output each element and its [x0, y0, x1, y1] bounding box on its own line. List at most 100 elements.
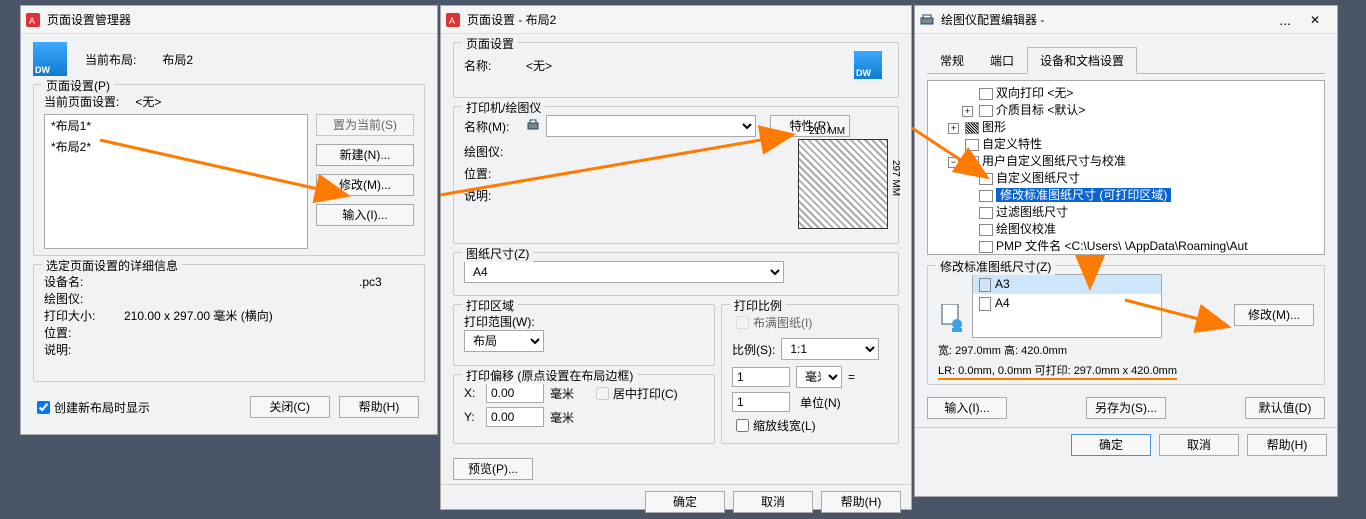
page-setup-list[interactable]: *布局1* *布局2*	[44, 114, 308, 249]
y-input[interactable]	[486, 407, 544, 427]
calibration-icon	[979, 224, 993, 236]
print-size-value: 210.00 x 297.00 毫米 (横向)	[124, 309, 273, 323]
cancel-button[interactable]: 取消	[733, 491, 813, 513]
tree-item[interactable]: 双向打印 <无>	[996, 86, 1073, 100]
size-wh-label: 宽: 297.0mm 高: 420.0mm	[938, 342, 1314, 358]
paper-preview: 210 MM 297 MM	[798, 139, 888, 229]
help-button[interactable]: 帮助(H)	[339, 396, 419, 418]
help-button[interactable]: 帮助(H)	[821, 491, 901, 513]
tree-item[interactable]: 用户自定义图纸尺寸与校准	[982, 154, 1126, 168]
set-current-button[interactable]: 置为当前(S)	[316, 114, 414, 136]
paper-icon	[979, 173, 993, 185]
modify-paper-group-label: 修改标准图纸尺寸(Z)	[936, 258, 1055, 275]
paper-icon	[979, 207, 993, 219]
tree-item[interactable]: 介质目标 <默认>	[996, 103, 1085, 117]
list-item-label: A4	[995, 296, 1010, 310]
plotter-label: 绘图仪:	[44, 290, 124, 307]
fit-paper-checkbox[interactable]: 布满图纸(I)	[732, 313, 812, 332]
ok-button[interactable]: 确定	[1071, 434, 1151, 456]
list-item[interactable]: *布局2*	[45, 136, 307, 157]
x-input[interactable]	[486, 383, 544, 403]
cancel-button[interactable]: 取消	[1159, 434, 1239, 456]
save-as-button[interactable]: 另存为(S)...	[1086, 397, 1166, 419]
create-on-new-layout-checkbox[interactable]: 创建新布局时显示	[33, 398, 150, 417]
tree-item[interactable]: 自定义特性	[982, 137, 1042, 151]
paper-size-select[interactable]: A4	[464, 261, 784, 283]
checkbox-input[interactable]	[37, 401, 50, 414]
tree-item[interactable]: PMP 文件名 <C:\Users\ \AppData\Roaming\Aut	[996, 239, 1248, 253]
tree-item[interactable]: 绘图仪校准	[996, 222, 1056, 236]
scale-mm-input[interactable]	[732, 367, 790, 387]
equals-label: =	[848, 370, 855, 384]
position-label: 位置:	[44, 324, 124, 341]
window-title: 页面设置管理器	[47, 11, 433, 28]
modify-button[interactable]: 修改(M)...	[316, 174, 414, 196]
list-item[interactable]: *布局1*	[45, 115, 307, 136]
default-button[interactable]: 默认值(D)	[1245, 397, 1325, 419]
scale-unit-input[interactable]	[732, 392, 790, 412]
help-button[interactable]: 帮助(H)	[1247, 434, 1327, 456]
dialog-plotter-config-editor: 绘图仪配置编辑器 - ... ✕ 常规 端口 设备和文档设置 双向打印 <无> …	[914, 5, 1338, 497]
print-size-label: 打印大小:	[44, 307, 124, 324]
dwg-icon	[854, 51, 882, 79]
expander-icon[interactable]: +	[948, 123, 959, 134]
printer-icon	[526, 119, 540, 133]
description-label: 说明:	[44, 341, 124, 358]
import-button[interactable]: 输入(I)...	[927, 397, 1007, 419]
page-setup-group-label: 页面设置(P)	[42, 77, 114, 94]
close-button[interactable]: 关闭(C)	[250, 396, 330, 418]
scale-group-label: 打印比例	[730, 297, 786, 314]
expander-icon[interactable]: −	[948, 157, 959, 168]
dwg-icon	[33, 42, 67, 76]
expander-icon[interactable]: +	[962, 106, 973, 117]
graphics-icon	[965, 122, 979, 134]
scale-label: 比例(S):	[732, 341, 775, 358]
scale-lineweight-checkbox[interactable]: 缩放线宽(L)	[732, 416, 816, 435]
plotter-label: 绘图仪:	[464, 143, 524, 160]
checkbox-input[interactable]	[736, 419, 749, 432]
print-range-label: 打印范围(W):	[464, 313, 704, 330]
close-icon[interactable]: ✕	[1297, 9, 1333, 31]
printer-name-label: 名称(M):	[464, 118, 520, 135]
page-setup-group-label: 页面设置	[462, 35, 518, 52]
tree-item[interactable]: 图形	[982, 120, 1006, 134]
tab-device-doc-settings[interactable]: 设备和文档设置	[1027, 47, 1137, 74]
name-value: <无>	[526, 57, 552, 74]
scale-select[interactable]: 1:1	[781, 338, 879, 360]
name-label: 名称:	[464, 57, 520, 74]
settings-tree[interactable]: 双向打印 <无> + 介质目标 <默认> + 图形 自定义特性 − 用户自定义图纸尺寸…	[927, 80, 1325, 255]
print-range-select[interactable]: 布局	[464, 330, 544, 352]
duplex-icon	[979, 88, 993, 100]
import-button[interactable]: 输入(I)...	[316, 204, 414, 226]
new-button[interactable]: 新建(N)...	[316, 144, 414, 166]
checkbox-label: 布满图纸(I)	[753, 314, 812, 331]
list-item[interactable]: A3	[973, 275, 1161, 294]
description-label: 说明:	[464, 187, 524, 204]
detail-group-label: 选定页面设置的详细信息	[42, 257, 182, 274]
paper-size-list[interactable]: A3 A4	[972, 274, 1162, 338]
svg-text:A: A	[449, 16, 455, 26]
tree-item[interactable]: 过滤图纸尺寸	[996, 205, 1068, 219]
preview-button[interactable]: 预览(P)...	[453, 458, 533, 480]
printer-select[interactable]	[546, 115, 756, 137]
calibrate-icon	[965, 156, 979, 168]
mm-unit-select[interactable]: 毫米	[796, 366, 842, 388]
ok-button[interactable]: 确定	[645, 491, 725, 513]
tree-item[interactable]: 自定义图纸尺寸	[996, 171, 1080, 185]
tree-item-selected[interactable]: 修改标准图纸尺寸 (可打印区域)	[996, 188, 1171, 202]
titlebar[interactable]: A 页面设置 - 布局2	[441, 6, 911, 34]
titlebar[interactable]: 绘图仪配置编辑器 - ... ✕	[915, 6, 1337, 34]
y-label: Y:	[464, 410, 480, 424]
modify-button[interactable]: 修改(M)...	[1234, 304, 1314, 326]
app-icon: A	[445, 12, 461, 28]
tab-general[interactable]: 常规	[927, 47, 977, 74]
tab-port[interactable]: 端口	[977, 47, 1027, 74]
window-title: 绘图仪配置编辑器 -	[941, 11, 1279, 28]
svg-text:A: A	[29, 16, 35, 26]
offset-group-label: 打印偏移 (原点设置在布局边框)	[462, 367, 637, 384]
list-item[interactable]: A4	[973, 294, 1161, 313]
tab-bar: 常规 端口 设备和文档设置	[927, 46, 1325, 74]
center-print-checkbox[interactable]: 居中打印(C)	[592, 384, 678, 403]
plotter-icon	[919, 12, 935, 28]
titlebar[interactable]: A 页面设置管理器	[21, 6, 437, 34]
